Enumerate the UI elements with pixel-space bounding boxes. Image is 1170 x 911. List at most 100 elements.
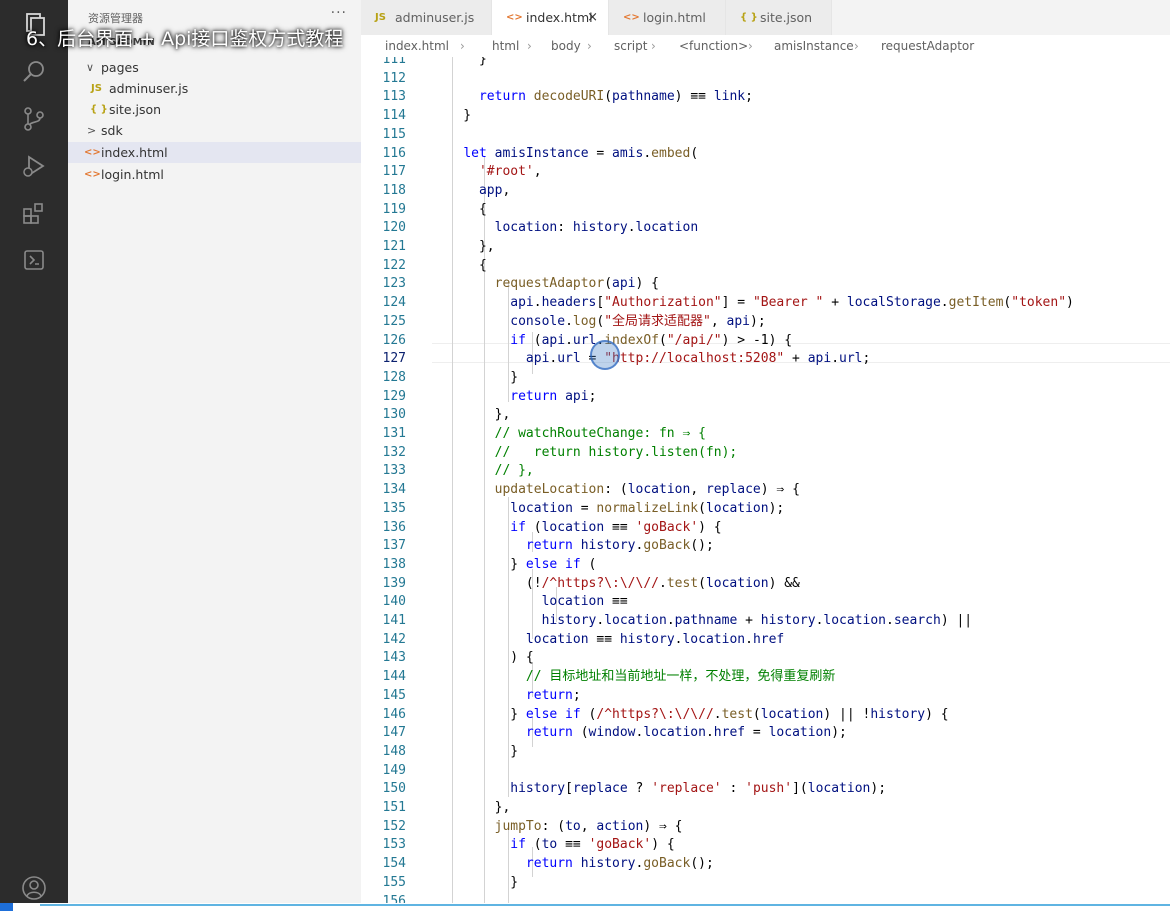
code-line[interactable]: 140 location ≡≡ xyxy=(361,593,1170,612)
breadcrumb-item[interactable]: index.html xyxy=(385,39,449,53)
line-number: 154 xyxy=(382,856,406,872)
code-line[interactable]: 116 let amisInstance = amis.embed( xyxy=(361,145,1170,164)
code-line[interactable]: 113 return decodeURI(pathname) ≡≡ link; xyxy=(361,88,1170,107)
code-line[interactable]: 146 } else if (/^https?\:\/\//.test(loca… xyxy=(361,706,1170,725)
code-token: app xyxy=(478,182,503,198)
code-line[interactable]: 144 // 目标地址和当前地址一样，不处理，免得重复刷新 xyxy=(361,668,1170,687)
code-line[interactable]: 119 { xyxy=(361,201,1170,220)
code-line[interactable]: 149 xyxy=(361,762,1170,781)
code-token: : ( xyxy=(604,482,628,498)
code-line[interactable]: 134 updateLocation: (location, replace) … xyxy=(361,481,1170,500)
code-token: normalizeLink xyxy=(596,500,699,516)
breadcrumb-item[interactable]: amisInstance xyxy=(774,39,854,53)
search-icon[interactable] xyxy=(20,58,48,86)
code-token: location xyxy=(494,220,558,236)
code-line[interactable]: 125 console.log("全局请求适配器", api); xyxy=(361,313,1170,332)
code-line[interactable]: 147 return (window.location.href = locat… xyxy=(361,724,1170,743)
code-line[interactable]: 138 } else if ( xyxy=(361,556,1170,575)
code-token: href xyxy=(713,725,746,741)
tab-site-json[interactable]: { } site.json xyxy=(726,0,832,35)
code-line[interactable]: 142 location ≡≡ history.location.href xyxy=(361,631,1170,650)
code-line[interactable]: 154 return history.goBack(); xyxy=(361,855,1170,874)
json-file-icon: { } xyxy=(740,12,758,23)
code-line[interactable]: 122 { xyxy=(361,257,1170,276)
code-token: . xyxy=(705,725,714,741)
code-line[interactable]: 139 (!/^https?\:\/\//.test(location) && xyxy=(361,575,1170,594)
code-line[interactable]: 127 api.url = "http://localhost:5208" + … xyxy=(361,350,1170,369)
tree-item-login-html[interactable]: <> login.html xyxy=(68,164,361,185)
code-line[interactable]: 141 history.location.pathname + history.… xyxy=(361,612,1170,631)
tab-login-html[interactable]: <> login.html xyxy=(609,0,726,35)
code-line[interactable]: 121 }, xyxy=(361,238,1170,257)
tab-adminuser-js[interactable]: JS adminuser.js xyxy=(361,0,492,35)
tree-item-pages[interactable]: ∨ pages xyxy=(68,57,361,78)
source-control-icon[interactable] xyxy=(20,105,48,133)
code-token: 'goBack' xyxy=(588,837,652,853)
code-line[interactable]: 114 } xyxy=(361,107,1170,126)
code-token: pathname xyxy=(674,613,738,628)
code-text: history.location.pathname + history.loca… xyxy=(432,612,973,631)
code-line[interactable]: 112 xyxy=(361,70,1170,89)
code-token: if xyxy=(510,837,526,853)
code-line[interactable]: 111 } xyxy=(361,57,1170,70)
close-icon[interactable]: × xyxy=(587,0,598,35)
code-line[interactable]: 123 requestAdaptor(api) { xyxy=(361,275,1170,294)
code-line[interactable]: 117 '#root', xyxy=(361,163,1170,182)
tree-item-sdk[interactable]: > sdk xyxy=(68,120,361,141)
video-progress-bar[interactable] xyxy=(0,903,1170,911)
code-line[interactable]: 129 return api; xyxy=(361,388,1170,407)
code-line[interactable]: 150 history[replace ? 'replace' : 'push'… xyxy=(361,780,1170,799)
tree-item-site-json[interactable]: { } site.json xyxy=(68,99,361,120)
code-line[interactable]: 136 if (location ≡≡ 'goBack') { xyxy=(361,519,1170,538)
code-line[interactable]: 135 location = normalizeLink(location); xyxy=(361,500,1170,519)
code-line[interactable]: 128 } xyxy=(361,369,1170,388)
code-editor[interactable]: 111 } 112 113 return decodeURI(pathname) ≡… xyxy=(361,57,1170,911)
breadcrumb-item[interactable]: script xyxy=(614,39,647,53)
tree-item-adminuser-js[interactable]: JS adminuser.js xyxy=(68,78,361,99)
code-line[interactable]: 130 }, xyxy=(361,406,1170,425)
code-line[interactable]: 148 } xyxy=(361,743,1170,762)
code-token: decodeURI xyxy=(533,89,605,105)
code-line[interactable]: 145 return; xyxy=(361,687,1170,706)
breadcrumb-item[interactable]: html xyxy=(492,39,519,53)
code-token: } xyxy=(432,556,526,572)
code-line[interactable]: 124 api.headers["Authorization"] = "Bear… xyxy=(361,294,1170,313)
code-line[interactable]: 126 if (api.url.indexOf("/api/") > -1) { xyxy=(361,332,1170,351)
code-line[interactable]: 143 ) { xyxy=(361,649,1170,668)
code-line[interactable]: 131 // watchRouteChange: fn ⇒ { xyxy=(361,425,1170,444)
code-token: 'goBack' xyxy=(635,519,699,535)
code-line[interactable]: 132 // return history.listen(fn); xyxy=(361,444,1170,463)
breadcrumb-item[interactable]: <function> xyxy=(679,39,748,53)
code-line[interactable]: 137 return history.goBack(); xyxy=(361,537,1170,556)
tree-item-index-html[interactable]: <> index.html xyxy=(68,142,361,163)
code-token: api xyxy=(541,332,566,348)
tab-index-html[interactable]: <> index.html × xyxy=(492,0,609,35)
breadcrumb: index.html › html › body › script › <fun… xyxy=(361,35,1170,57)
code-token: } xyxy=(432,874,519,890)
breadcrumb-item[interactable]: requestAdaptor xyxy=(881,39,974,53)
code-token: ) ⇒ { xyxy=(760,482,800,498)
code-line[interactable]: 155 } xyxy=(361,874,1170,893)
run-debug-icon[interactable] xyxy=(20,152,48,180)
account-icon[interactable] xyxy=(20,874,48,902)
code-line[interactable]: 115 xyxy=(361,126,1170,145)
line-number: 117 xyxy=(382,164,406,180)
code-line[interactable]: 120 location: history.location xyxy=(361,219,1170,238)
code-line[interactable]: 133 // }, xyxy=(361,462,1170,481)
code-text: requestAdaptor(api) { xyxy=(432,275,659,294)
code-line[interactable]: 151 }, xyxy=(361,799,1170,818)
code-line[interactable]: 153 if (to ≡≡ 'goBack') { xyxy=(361,836,1170,855)
remote-explorer-icon[interactable] xyxy=(20,246,48,274)
extensions-icon[interactable] xyxy=(20,199,48,227)
line-number: 138 xyxy=(382,556,406,572)
code-text: } else if (/^https?\:\/\//.test(location… xyxy=(432,706,948,725)
code-line[interactable]: 118 app, xyxy=(361,182,1170,201)
more-actions-icon[interactable]: ··· xyxy=(331,5,347,21)
breadcrumb-item[interactable]: body xyxy=(551,39,581,53)
code-text: location: history.location xyxy=(432,219,699,238)
code-line[interactable]: 152 jumpTo: (to, action) ⇒ { xyxy=(361,818,1170,837)
